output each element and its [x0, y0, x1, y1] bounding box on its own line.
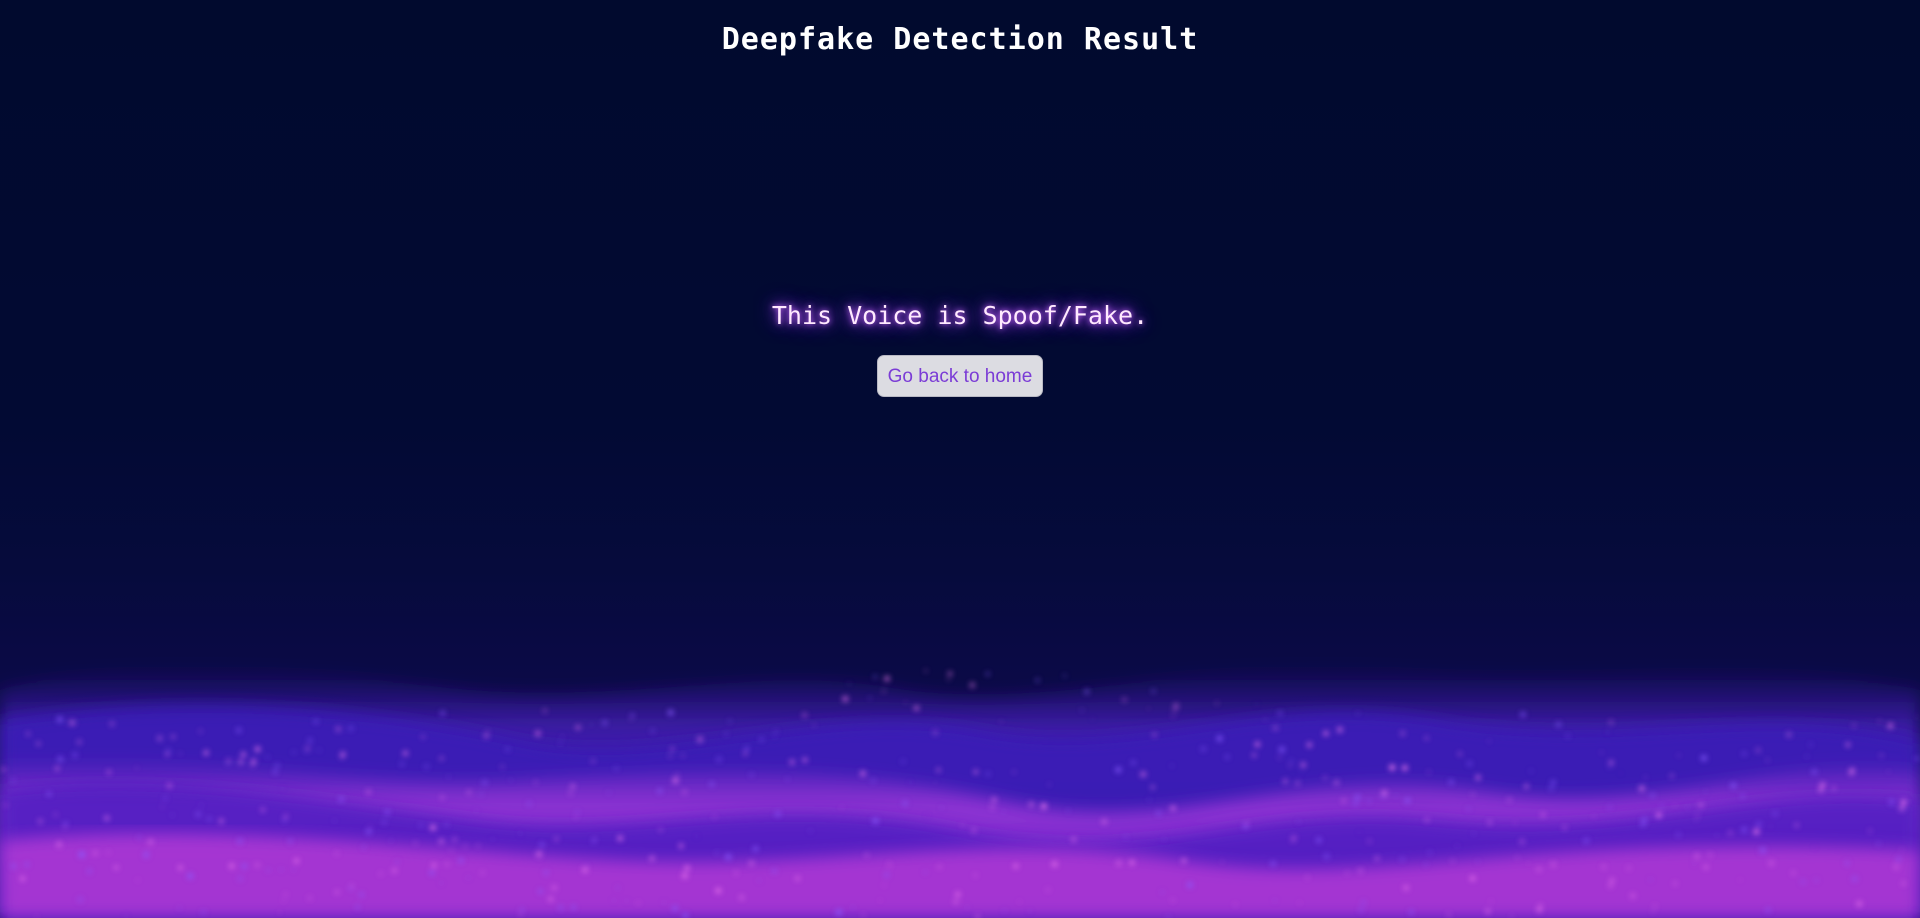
particle-wave-background [0, 666, 1920, 918]
page-title: Deepfake Detection Result [721, 22, 1199, 57]
result-message: This Voice is Spoof/Fake. [771, 301, 1149, 330]
result-section: This Voice is Spoof/Fake. Go back to hom… [0, 298, 1920, 397]
go-home-button[interactable]: Go back to home [876, 355, 1044, 397]
